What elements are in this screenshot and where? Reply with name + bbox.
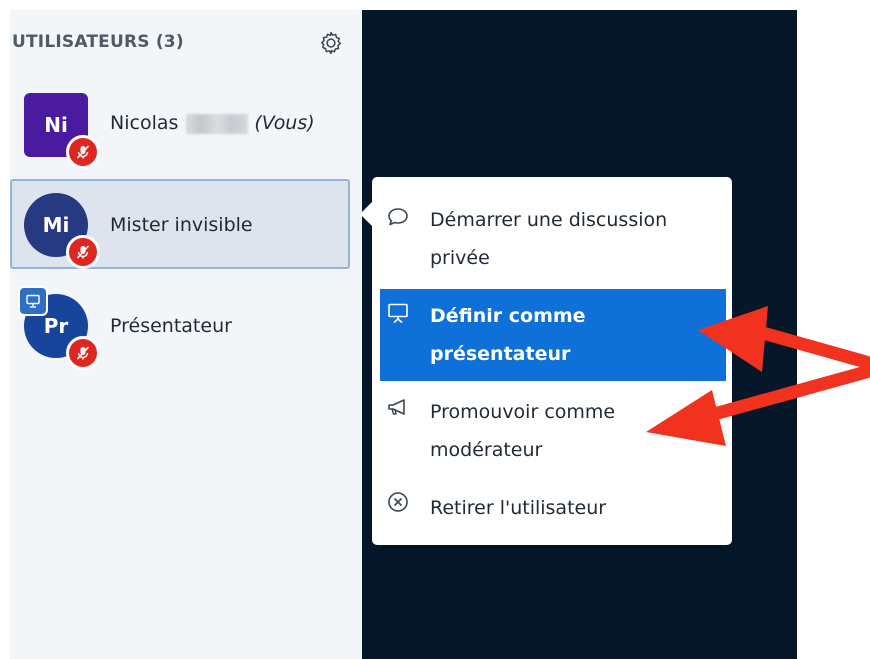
presentation-screen-icon [388,303,408,324]
remove-user-item[interactable]: Retirer l'utilisateur [380,481,726,535]
gear-icon[interactable] [318,30,344,56]
user-row-mister-invisible[interactable]: Mi Mister invisible [10,179,350,269]
user-context-menu: Démarrer une discussion privée Définir c… [360,177,732,545]
redacted-surname [186,113,249,134]
start-private-chat-item[interactable]: Démarrer une discussion privée [380,193,726,289]
megaphone-icon [388,399,405,415]
user-row-nicolas[interactable]: Ni Nicolas (Vous) [10,82,350,172]
promote-moderator-item[interactable]: Promouvoir comme modérateur [380,385,726,481]
presenter-icon [18,286,48,316]
muted-mic-icon [66,336,100,370]
user-name: Présentateur [110,315,232,337]
users-header: UTILISATEURS (3) [10,30,348,56]
menu-pointer [360,201,373,227]
circle-x-icon [388,492,408,512]
chat-bubble-icon [388,208,408,226]
user-row-presentateur[interactable]: Pr Présentateur [10,282,350,372]
user-name: Mister invisible [110,214,253,236]
make-presenter-item[interactable]: Définir comme présentateur [380,289,726,381]
muted-mic-icon [66,235,100,269]
muted-mic-icon [66,135,100,169]
users-title: UTILISATEURS (3) [12,32,184,52]
user-name: Nicolas (Vous) [110,112,315,134]
